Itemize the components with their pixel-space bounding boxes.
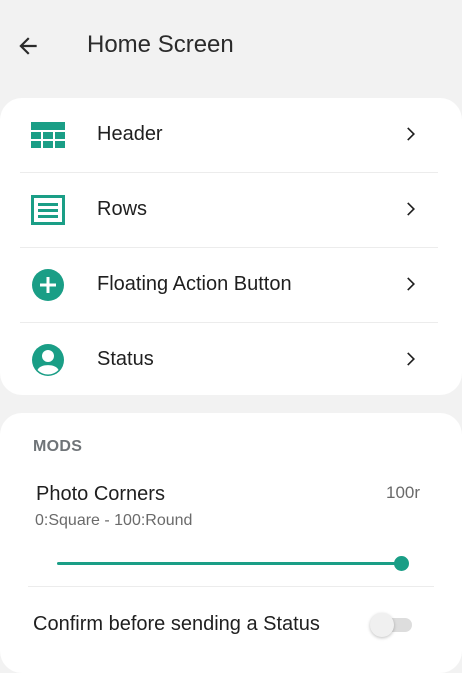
chevron-right-icon — [407, 277, 415, 291]
photo-corners-title: Photo Corners — [36, 483, 165, 505]
confirm-status-toggle[interactable] — [370, 613, 412, 637]
app-bar: Home Screen — [0, 0, 462, 92]
chevron-right-icon — [407, 352, 415, 366]
chevron-right-icon — [407, 202, 415, 216]
nav-item-label: Rows — [97, 198, 148, 220]
slider-thumb[interactable] — [394, 556, 409, 571]
page-title: Home Screen — [87, 31, 234, 58]
header-grid-icon — [31, 118, 65, 152]
section-header-mods: MODS — [33, 438, 83, 455]
arrow-back-icon — [19, 37, 37, 55]
settings-nav-card: Header Rows Floating Action Button Statu… — [0, 98, 462, 395]
divider — [28, 586, 434, 587]
slider-track — [57, 562, 402, 565]
nav-item-floating-action-button[interactable]: Floating Action Button — [0, 248, 462, 322]
photo-corners-value: 100r — [386, 483, 421, 502]
nav-item-header[interactable]: Header — [0, 98, 462, 172]
nav-item-label: Status — [97, 348, 154, 370]
mods-card: MODS Photo Corners 100r 0:Square - 100:R… — [0, 413, 462, 673]
back-button[interactable] — [12, 30, 44, 62]
photo-corners-subtitle: 0:Square - 100:Round — [35, 512, 193, 529]
add-circle-icon — [31, 268, 65, 302]
confirm-status-label: Confirm before sending a Status — [33, 613, 320, 635]
nav-item-status[interactable]: Status — [0, 323, 462, 397]
nav-item-rows[interactable]: Rows — [0, 173, 462, 247]
account-circle-icon — [31, 343, 65, 377]
nav-item-label: Header — [97, 123, 163, 145]
rows-list-icon — [31, 193, 65, 227]
toggle-thumb — [370, 613, 394, 637]
chevron-right-icon — [407, 127, 415, 141]
nav-item-label: Floating Action Button — [97, 273, 292, 295]
